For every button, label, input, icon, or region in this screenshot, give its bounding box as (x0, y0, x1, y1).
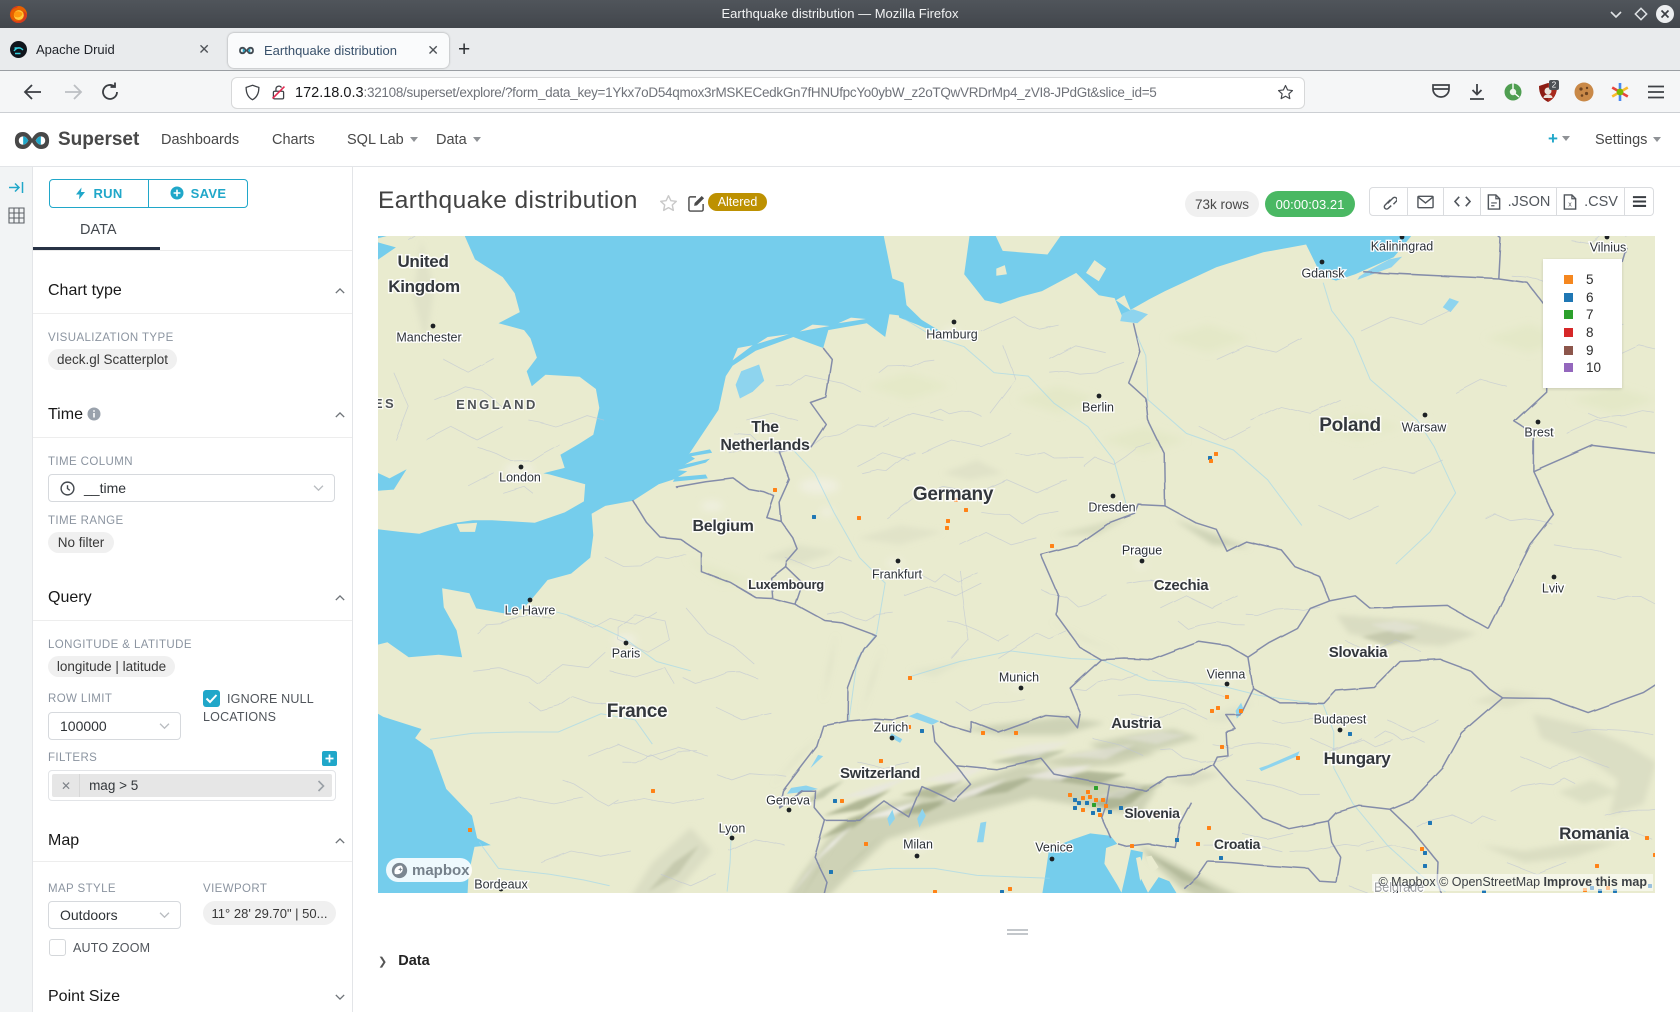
svg-text:Kingdom: Kingdom (388, 277, 460, 296)
svg-text:Venice: Venice (1035, 841, 1073, 855)
svg-text:Gdansk: Gdansk (1301, 267, 1345, 281)
svg-text:ES: ES (378, 396, 396, 411)
svg-text:Netherlands: Netherlands (720, 437, 810, 454)
svg-text:Lyon: Lyon (719, 822, 746, 836)
svg-text:Kaliningrad: Kaliningrad (1371, 240, 1434, 254)
svg-text:Vienna: Vienna (1207, 668, 1246, 682)
svg-text:x: x (1568, 201, 1572, 208)
svg-text:Budapest: Budapest (1314, 713, 1367, 727)
svg-text:Hungary: Hungary (1324, 749, 1392, 768)
svg-text:Paris: Paris (612, 647, 640, 661)
svg-text:Switzerland: Switzerland (840, 765, 920, 782)
svg-text:2: 2 (1552, 81, 1557, 90)
svg-text:Milan: Milan (903, 838, 933, 852)
svg-text:Dresden: Dresden (1088, 501, 1135, 515)
svg-text:United: United (397, 252, 448, 271)
svg-text:Lviv: Lviv (1542, 582, 1565, 596)
svg-text:Zurich: Zurich (874, 721, 909, 735)
svg-text:Slovakia: Slovakia (1329, 644, 1388, 661)
svg-text:Berlin: Berlin (1082, 401, 1114, 415)
svg-text:Le Havre: Le Havre (505, 604, 556, 618)
svg-text:Brest: Brest (1524, 426, 1554, 440)
svg-text:Munich: Munich (999, 671, 1039, 685)
svg-text:Vilnius: Vilnius (1590, 241, 1627, 255)
svg-text:Luxembourg: Luxembourg (748, 577, 824, 592)
svg-text:Belgium: Belgium (692, 518, 753, 535)
svg-text:Austria: Austria (1111, 715, 1162, 732)
svg-text:Geneva: Geneva (766, 794, 810, 808)
svg-text:Croatia: Croatia (1214, 836, 1261, 852)
svg-text:Prague: Prague (1122, 544, 1162, 558)
svg-text:Czechia: Czechia (1154, 577, 1210, 594)
svg-text:London: London (499, 471, 541, 485)
svg-text:Manchester: Manchester (396, 331, 461, 345)
svg-text:Warsaw: Warsaw (1402, 421, 1448, 435)
svg-text:Hamburg: Hamburg (926, 328, 977, 342)
svg-text:ENGLAND: ENGLAND (456, 397, 538, 412)
svg-text:The: The (751, 419, 779, 436)
svg-text:Slovenia: Slovenia (1124, 805, 1180, 821)
svg-text:Bordeaux: Bordeaux (474, 878, 528, 892)
svg-text:Poland: Poland (1319, 415, 1381, 436)
svg-text:Frankfurt: Frankfurt (872, 568, 923, 582)
svg-text:Romania: Romania (1559, 824, 1630, 843)
svg-text:Germany: Germany (913, 484, 994, 505)
svg-text:France: France (607, 701, 668, 722)
